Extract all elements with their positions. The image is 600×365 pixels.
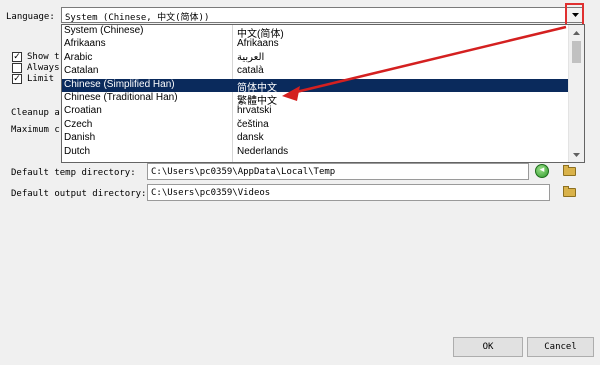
- language-option-native-name: hrvatski: [237, 105, 272, 117]
- language-dropdown-list[interactable]: System (Chinese) 中文(简体) Afrikaans Afrikaans…: [61, 24, 585, 163]
- browse-output-button[interactable]: [561, 184, 578, 201]
- ok-button[interactable]: OK: [453, 337, 523, 357]
- language-option-name: Danish: [64, 132, 96, 144]
- scroll-down-button[interactable]: [569, 147, 584, 162]
- language-option[interactable]: System (Chinese) 中文(简体): [62, 25, 569, 40]
- temp-directory-value: C:\Users\pc0359\AppData\Local\Temp: [151, 167, 336, 177]
- language-option[interactable]: Chinese (Simplified Han) 简体中文: [62, 78, 569, 94]
- reset-temp-button[interactable]: ◂: [534, 163, 551, 180]
- scroll-up-button[interactable]: [569, 25, 584, 40]
- language-option[interactable]: Danish dansk: [62, 132, 569, 145]
- language-option-name: Arabic: [64, 51, 93, 63]
- language-option-native-name: dansk: [237, 132, 264, 144]
- check-icon: ✓: [13, 74, 21, 84]
- language-option-name: Chinese (Simplified Han): [64, 78, 175, 90]
- language-option-native-name: Afrikaans: [237, 38, 279, 50]
- chevron-down-icon: [573, 150, 580, 160]
- cancel-button[interactable]: Cancel: [527, 337, 594, 357]
- cleanup-label: Cleanup a: [11, 108, 60, 118]
- language-option-name: System (Chinese): [64, 25, 144, 36]
- folder-icon: [563, 165, 576, 176]
- language-option-name: Afrikaans: [64, 38, 106, 50]
- limit-checkbox[interactable]: ✓: [12, 74, 22, 84]
- language-option[interactable]: Arabic العربية: [62, 52, 569, 65]
- temp-directory-input[interactable]: C:\Users\pc0359\AppData\Local\Temp: [147, 163, 529, 180]
- green-circle-icon: ◂: [535, 164, 549, 178]
- list-scrollbar[interactable]: [568, 25, 584, 162]
- folder-icon: [563, 186, 576, 197]
- chevron-up-icon: [573, 28, 580, 38]
- language-option-name: Croatian: [64, 105, 102, 117]
- limit-option-label: Limit: [27, 74, 55, 84]
- scroll-thumb[interactable]: [572, 41, 581, 63]
- output-directory-input[interactable]: C:\Users\pc0359\Videos: [147, 184, 550, 201]
- language-label: Language:: [6, 12, 55, 22]
- output-directory-label: Default output directory:: [11, 189, 147, 199]
- language-option-name: Czech: [64, 118, 93, 130]
- language-current-value: System (Chinese, 中文(简体)): [65, 13, 210, 23]
- language-option[interactable]: Dutch Nederlands: [62, 146, 569, 159]
- language-option[interactable]: Chinese (Traditional Han) 繁體中文: [62, 92, 569, 107]
- maximum-label: Maximum c: [11, 125, 60, 135]
- language-option[interactable]: Catalan català: [62, 65, 569, 78]
- language-combobox[interactable]: System (Chinese, 中文(简体)): [61, 7, 584, 23]
- check-icon: ✓: [13, 52, 21, 62]
- language-option[interactable]: Croatian hrvatski: [62, 105, 569, 118]
- language-option-native-name: čeština: [237, 118, 269, 130]
- output-directory-value: C:\Users\pc0359\Videos: [151, 188, 271, 198]
- language-option-native-name: Nederlands: [237, 145, 289, 157]
- annotation-highlight-box: [565, 3, 584, 26]
- language-option-name: Catalan: [64, 65, 99, 77]
- language-option[interactable]: Czech čeština: [62, 119, 569, 132]
- browse-temp-button[interactable]: [561, 163, 578, 180]
- show-checkbox[interactable]: ✓: [12, 52, 22, 62]
- always-checkbox[interactable]: [12, 63, 22, 73]
- language-option-native-name: català: [237, 65, 264, 77]
- language-option-native-name: العربية: [237, 51, 265, 63]
- temp-directory-label: Default temp directory:: [11, 168, 136, 178]
- always-option-label: Always: [27, 63, 60, 73]
- language-option-name: Dutch: [64, 145, 91, 157]
- language-option[interactable]: Afrikaans Afrikaans: [62, 38, 569, 51]
- language-option-name: Chinese (Traditional Han): [64, 92, 178, 103]
- show-option-label: Show t: [27, 52, 60, 62]
